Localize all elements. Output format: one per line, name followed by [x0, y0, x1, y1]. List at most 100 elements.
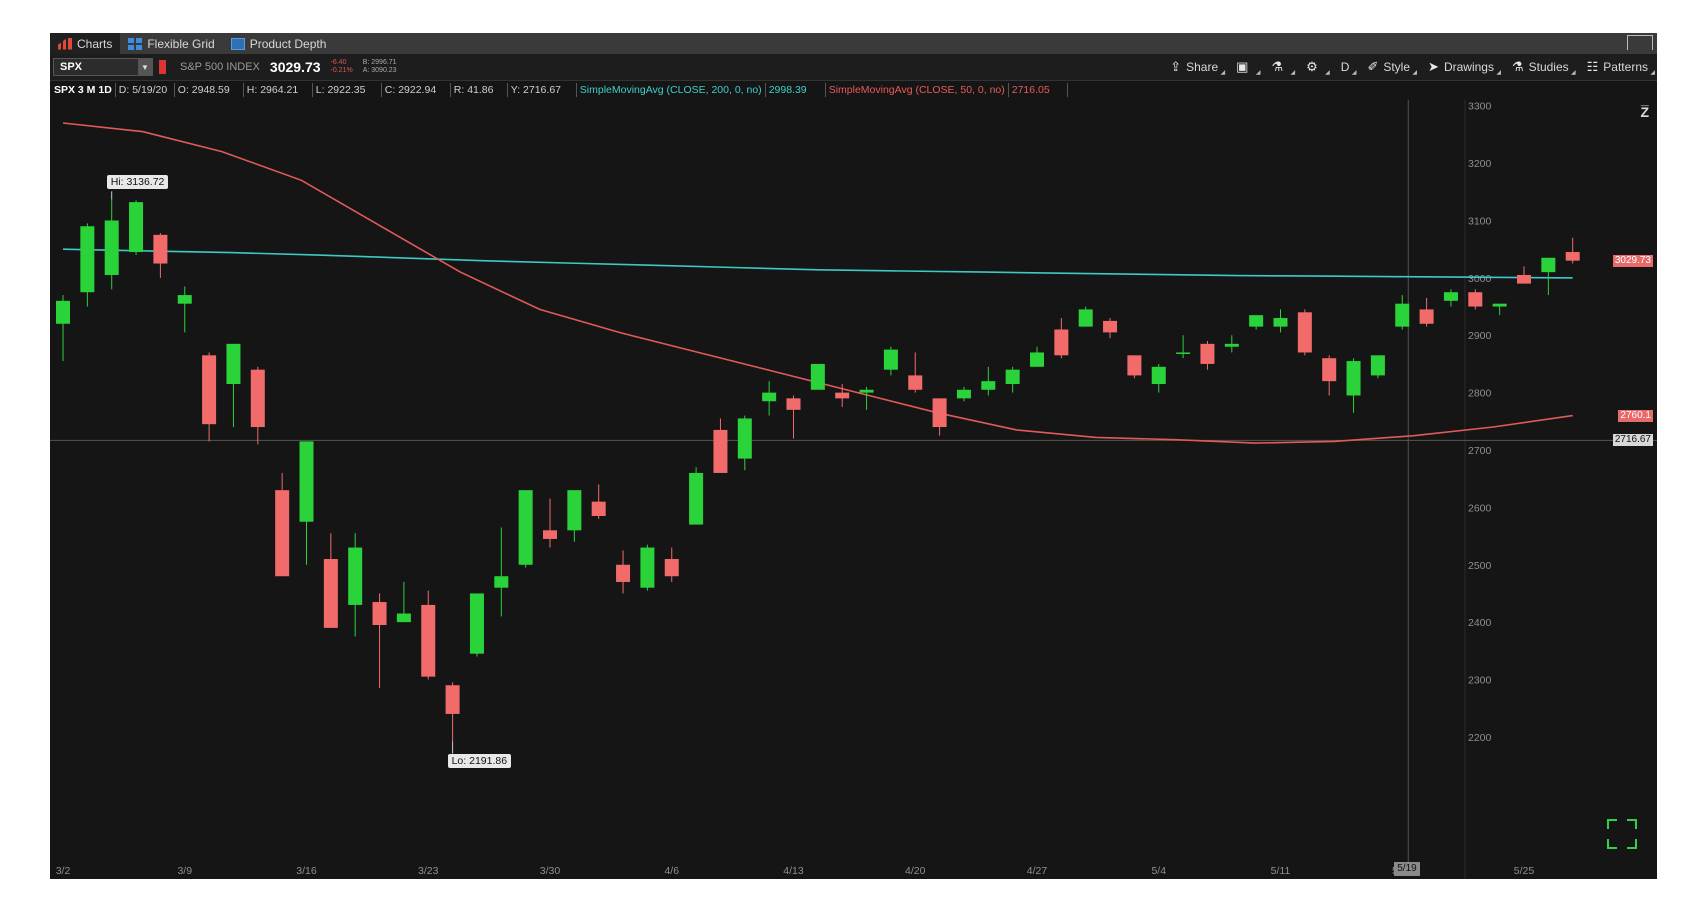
flask-button[interactable]: ⚗ ◢	[1262, 54, 1297, 80]
candle-up	[469, 593, 484, 654]
ohlc-close: C: 2922.94	[382, 83, 451, 97]
candle-down	[202, 355, 217, 425]
chart-title[interactable]: SPX 3 M 1D	[50, 83, 116, 97]
window-restore-icon[interactable]	[1627, 35, 1653, 50]
y-tick-label: 2900	[1468, 330, 1492, 342]
caret-icon: ◢	[1290, 70, 1296, 76]
candle-up	[80, 226, 95, 293]
y-tick-label: 2200	[1468, 732, 1492, 744]
candle-up	[494, 576, 509, 588]
ohlc-high: H: 2964.21	[244, 83, 313, 97]
caret-icon: ◢	[1325, 70, 1330, 76]
chart-background	[50, 100, 1657, 879]
y-tick-label: 3100	[1468, 215, 1492, 227]
tab-label: Charts	[77, 36, 113, 51]
x-tick-label: 4/13	[783, 865, 804, 877]
candle-down	[1517, 275, 1531, 284]
tab-flexible-grid[interactable]: Flexible Grid	[120, 33, 222, 54]
candle-up	[1541, 257, 1556, 273]
drawings-icon: ➤	[1428, 59, 1439, 74]
symbol-input[interactable]: SPX ▼	[53, 58, 153, 76]
studies-icon: ⚗	[1511, 59, 1524, 74]
gear-button[interactable]: ⚙ ◢	[1297, 54, 1332, 80]
y-tick-label: 3300	[1468, 101, 1492, 113]
candle-up	[226, 343, 241, 385]
y-tick-label: 2800	[1468, 388, 1492, 400]
x-tick-label: 3/9	[177, 865, 192, 877]
candle-up	[640, 547, 655, 588]
flag-icon[interactable]	[159, 60, 166, 74]
toolbar-button-label: Drawings	[1443, 60, 1494, 74]
candle-down	[372, 602, 387, 625]
flask-icon: ⚗	[1271, 59, 1284, 74]
candle-up	[981, 381, 996, 390]
zoom-icon[interactable]: Z̅	[1640, 104, 1649, 120]
candle-down	[835, 392, 850, 399]
change-value: -6.40	[330, 59, 347, 66]
candle-up	[1176, 352, 1191, 354]
x-tick-label: 4/27	[1027, 865, 1048, 877]
caret-icon: ◢	[1351, 70, 1357, 76]
candle-up	[1005, 369, 1020, 385]
x-tick-label: 5/25	[1514, 865, 1535, 877]
candle-down	[908, 375, 923, 390]
candle-down	[250, 369, 265, 428]
tab-charts[interactable]: Charts	[50, 33, 121, 54]
candle-down	[323, 559, 338, 628]
d-button[interactable]: D ◢	[1332, 54, 1359, 80]
toolbar-button-label: D	[1340, 60, 1350, 74]
style-button[interactable]: ✐ Style ◢	[1358, 54, 1419, 80]
y-tick-label: 2600	[1468, 502, 1492, 514]
change-percent: -0.21%	[330, 67, 353, 74]
candle-up	[177, 295, 192, 304]
depth-icon	[230, 37, 245, 50]
study-sma50-value: 2716.05	[1009, 83, 1068, 97]
candle-down	[1322, 358, 1337, 382]
bid-ask: B: 2996.71 A: 3090.23	[363, 59, 397, 75]
candle-up	[518, 490, 533, 565]
chevron-down-icon[interactable]: ▼	[138, 59, 152, 75]
candle-up	[1224, 343, 1239, 347]
ohlc-low: L: 2922.35	[313, 83, 382, 97]
tab-label: Flexible Grid	[147, 36, 215, 51]
expand-icon[interactable]	[1607, 819, 1637, 849]
tab-product-depth[interactable]: Product Depth	[223, 33, 335, 54]
candle-up	[883, 349, 898, 370]
last-price-tag: 3029.73	[1612, 254, 1653, 267]
toolbar-button-label: Patterns	[1603, 60, 1648, 74]
candle-up	[956, 389, 971, 399]
candle-down	[445, 685, 460, 714]
studies-button[interactable]: ⚗ Studies ◢	[1503, 54, 1578, 80]
toolbar-actions: ⇪ Share ◢ ▣ ◢ ⚗ ◢ ⚙ ◢ D ◢ ✐ Style ◢ ➤ Drawings ◢ ⚗ Studies…	[1161, 54, 1657, 80]
candle-up	[1370, 355, 1385, 376]
candle-down	[1127, 355, 1142, 376]
study-sma200-label[interactable]: SimpleMovingAvg (CLOSE, 200, 0, no)	[577, 83, 766, 97]
x-tick-label: 4/6	[664, 865, 679, 877]
x-tick-label: 3/23	[418, 865, 439, 877]
caret-icon: ◢	[1220, 70, 1226, 76]
candle-down	[543, 530, 557, 539]
candle-down	[275, 490, 290, 577]
candle-down	[1468, 292, 1483, 307]
candle-down	[1565, 252, 1580, 261]
patterns-button[interactable]: ☷ Patterns ◢	[1578, 54, 1657, 80]
candlestick-chart[interactable]: 3300 3200 3100 3000 2900 2800 2700 2600 2500 2400…	[50, 100, 1657, 879]
candle-up	[859, 389, 874, 393]
price-chart[interactable]: 3300 3200 3100 3000 2900 2800 2700 2600 2500 2400…	[50, 100, 1657, 879]
share-button[interactable]: ⇪ Share ◢	[1161, 54, 1227, 80]
drawings-button[interactable]: ➤ Drawings ◢	[1419, 54, 1503, 80]
low-marker: Lo: 2191.86	[447, 753, 512, 768]
x-tick-label: 5/11	[1271, 865, 1291, 877]
candle-up	[129, 202, 144, 253]
candle-down	[421, 604, 436, 677]
layout-button[interactable]: ▣ ◢	[1227, 54, 1262, 80]
crosshair-date-tag: 5/19	[1394, 862, 1420, 876]
study-sma200-value: 2998.39	[766, 83, 826, 97]
candle-up	[1395, 303, 1410, 327]
ask-value: A: 3090.23	[362, 67, 397, 74]
study-sma50-label[interactable]: SimpleMovingAvg (CLOSE, 50, 0, no)	[826, 83, 1009, 97]
candle-up	[737, 418, 752, 459]
candle-up	[689, 472, 704, 525]
caret-icon: ◢	[1255, 70, 1261, 76]
index-name: S&P 500 INDEX	[180, 61, 260, 73]
